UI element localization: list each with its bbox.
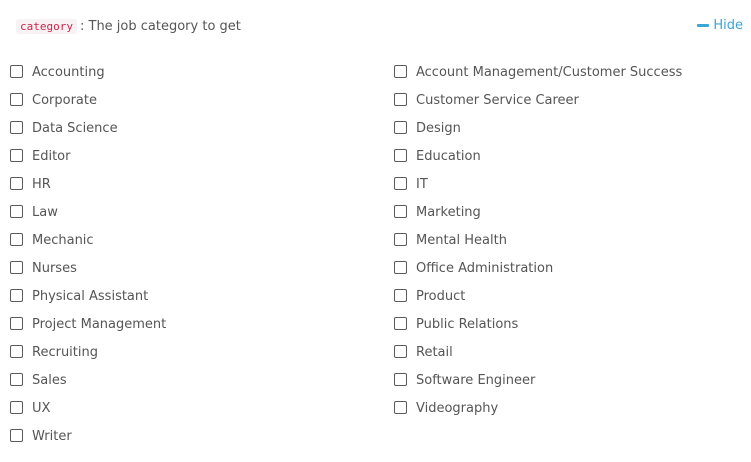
- category-option[interactable]: Retail: [394, 338, 682, 366]
- category-option-label: Recruiting: [32, 344, 98, 360]
- parameter-name: category: [16, 18, 77, 34]
- checkbox[interactable]: [10, 64, 23, 78]
- checkbox[interactable]: [10, 92, 23, 106]
- hide-toggle-label: Hide: [713, 17, 743, 33]
- checkbox[interactable]: [10, 316, 23, 330]
- category-option[interactable]: Customer Service Career: [394, 86, 682, 114]
- category-option-label: Editor: [32, 148, 71, 164]
- options-column-left: Accounting Corporate Data Science Editor…: [10, 58, 166, 450]
- category-option-label: HR: [32, 176, 51, 192]
- checkbox[interactable]: [394, 232, 407, 246]
- category-option-label: Retail: [416, 344, 453, 360]
- minus-icon: [697, 23, 710, 27]
- category-option-label: Public Relations: [416, 316, 519, 332]
- checkbox[interactable]: [394, 92, 407, 106]
- category-option-label: Product: [416, 288, 466, 304]
- category-option[interactable]: Writer: [10, 422, 166, 450]
- category-option[interactable]: Product: [394, 282, 682, 310]
- checkbox[interactable]: [10, 232, 23, 246]
- checkbox[interactable]: [10, 148, 23, 162]
- hide-toggle-button[interactable]: Hide: [697, 16, 743, 34]
- parameter-description: category : The job category to get: [16, 16, 241, 36]
- category-option-label: Corporate: [32, 92, 97, 108]
- category-option-label: Project Management: [32, 316, 167, 332]
- category-option-label: Marketing: [416, 204, 481, 220]
- parameter-description-text: : The job category to get: [79, 18, 241, 34]
- checkbox[interactable]: [394, 148, 407, 162]
- category-option[interactable]: Data Science: [10, 114, 166, 142]
- checkbox[interactable]: [10, 120, 23, 134]
- category-option[interactable]: Mechanic: [10, 226, 166, 254]
- category-option[interactable]: Education: [394, 142, 682, 170]
- category-option[interactable]: Videography: [394, 394, 682, 422]
- category-option-label: Writer: [32, 428, 72, 444]
- category-option-label: Office Administration: [416, 260, 554, 276]
- category-option[interactable]: Recruiting: [10, 338, 166, 366]
- category-option[interactable]: IT: [394, 170, 682, 198]
- category-option-label: Mental Health: [416, 232, 507, 248]
- category-option[interactable]: Editor: [10, 142, 166, 170]
- checkbox[interactable]: [10, 176, 23, 190]
- category-option-label: Mechanic: [32, 232, 94, 248]
- category-option[interactable]: Corporate: [10, 86, 166, 114]
- category-option-label: Law: [32, 204, 58, 220]
- category-option-label: Nurses: [32, 260, 77, 276]
- category-option[interactable]: Nurses: [10, 254, 166, 282]
- checkbox[interactable]: [10, 288, 23, 302]
- category-option[interactable]: UX: [10, 394, 166, 422]
- checkbox[interactable]: [394, 372, 407, 386]
- checkbox[interactable]: [394, 344, 407, 358]
- category-option[interactable]: Office Administration: [394, 254, 682, 282]
- category-option[interactable]: Mental Health: [394, 226, 682, 254]
- options-column-right: Account Management/Customer Success Cust…: [394, 58, 682, 422]
- checkbox[interactable]: [394, 120, 407, 134]
- checkbox[interactable]: [10, 260, 23, 274]
- category-option-label: Account Management/Customer Success: [416, 64, 683, 80]
- category-option[interactable]: Accounting: [10, 58, 166, 86]
- category-option-label: Physical Assistant: [32, 288, 149, 304]
- category-option[interactable]: Account Management/Customer Success: [394, 58, 682, 86]
- category-option-label: Accounting: [32, 64, 105, 80]
- checkbox[interactable]: [394, 400, 407, 414]
- checkbox[interactable]: [394, 316, 407, 330]
- checkbox[interactable]: [394, 260, 407, 274]
- category-option-label: Customer Service Career: [416, 92, 579, 108]
- category-option[interactable]: Design: [394, 114, 682, 142]
- category-option-label: Sales: [32, 372, 67, 388]
- checkbox[interactable]: [394, 64, 407, 78]
- category-option-label: Data Science: [32, 120, 118, 136]
- category-option[interactable]: Law: [10, 198, 166, 226]
- checkbox[interactable]: [394, 176, 407, 190]
- category-option[interactable]: Physical Assistant: [10, 282, 166, 310]
- checkbox[interactable]: [394, 288, 407, 302]
- category-option[interactable]: Software Engineer: [394, 366, 682, 394]
- checkbox[interactable]: [10, 400, 23, 414]
- checkbox[interactable]: [10, 428, 23, 442]
- checkbox[interactable]: [10, 344, 23, 358]
- category-option[interactable]: Project Management: [10, 310, 166, 338]
- category-option[interactable]: Public Relations: [394, 310, 682, 338]
- checkbox[interactable]: [10, 372, 23, 386]
- category-option-label: Videography: [416, 400, 499, 416]
- category-option-label: Education: [416, 148, 481, 164]
- category-option-label: Software Engineer: [416, 372, 536, 388]
- category-option[interactable]: Marketing: [394, 198, 682, 226]
- category-option[interactable]: Sales: [10, 366, 166, 394]
- checkbox[interactable]: [394, 204, 407, 218]
- category-option[interactable]: HR: [10, 170, 166, 198]
- category-option-label: IT: [416, 176, 428, 192]
- checkbox[interactable]: [10, 204, 23, 218]
- category-option-label: Design: [416, 120, 461, 136]
- category-option-label: UX: [32, 400, 51, 416]
